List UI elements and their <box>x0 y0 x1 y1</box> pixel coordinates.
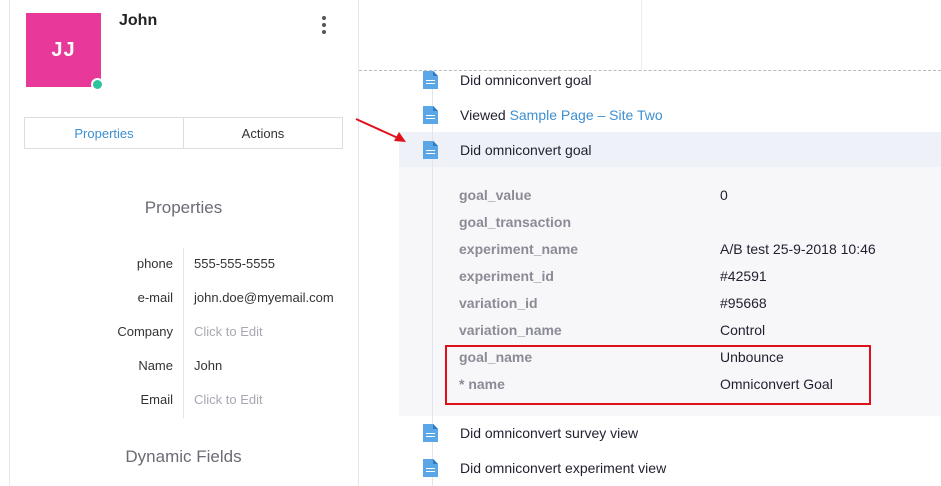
detail-key: variation_name <box>459 322 562 338</box>
detail-row: goal_value 0 <box>459 187 929 207</box>
contact-name: John <box>119 12 158 29</box>
contact-panel: JJ John Properties Actions Properties ph… <box>0 0 359 486</box>
property-separator <box>183 350 184 384</box>
detail-value: #42591 <box>720 268 767 284</box>
panel-tabs: Properties Actions <box>24 117 343 149</box>
event-label: Did omniconvert survey view <box>460 425 639 441</box>
document-icon <box>423 71 438 89</box>
page-link[interactable]: Sample Page – Site Two <box>510 107 663 123</box>
property-key: e-mail <box>137 290 173 305</box>
property-row-company: Company Click to Edit <box>0 316 359 350</box>
tab-actions[interactable]: Actions <box>183 118 342 148</box>
property-separator <box>183 316 184 350</box>
detail-key: experiment_name <box>459 241 579 257</box>
document-icon <box>423 459 438 477</box>
annotation-arrow-icon <box>355 118 406 142</box>
header-divider <box>641 0 642 70</box>
detail-value: Control <box>720 322 766 338</box>
timeline-event[interactable]: Did omniconvert experiment view <box>423 456 666 480</box>
detail-key: goal_transaction <box>459 214 572 230</box>
property-edit-field[interactable]: Click to Edit <box>194 392 263 407</box>
detail-value: A/B test 25-9-2018 10:46 <box>720 241 876 257</box>
event-label: Did omniconvert goal <box>460 142 592 158</box>
property-edit-field[interactable]: Click to Edit <box>194 324 263 339</box>
timeline-event[interactable]: Did omniconvert survey view <box>423 421 638 445</box>
detail-row: experiment_id #42591 <box>459 268 929 288</box>
detail-row: variation_id #95668 <box>459 295 929 315</box>
property-key: Email <box>140 392 173 407</box>
timeline-event[interactable]: Viewed Sample Page – Site Two <box>423 103 663 127</box>
detail-row: experiment_name A/B test 25-9-2018 10:46 <box>459 241 929 261</box>
property-key: Name <box>138 358 173 373</box>
event-label: Did omniconvert experiment view <box>460 460 667 476</box>
property-value[interactable]: 555-555-5555 <box>194 256 275 271</box>
property-key: Company <box>117 324 173 339</box>
dynamic-fields-heading: Dynamic Fields <box>125 447 242 466</box>
detail-key: goal_value <box>459 187 532 203</box>
event-prefix: Viewed <box>460 107 506 123</box>
property-row-email: e-mail john.doe@myemail.com <box>0 282 359 316</box>
property-value[interactable]: John <box>194 358 222 373</box>
panel-divider <box>358 0 359 486</box>
detail-value: 0 <box>720 187 728 203</box>
property-key: phone <box>136 256 173 271</box>
document-icon <box>423 424 438 442</box>
detail-row: goal_transaction <box>459 214 929 234</box>
document-icon <box>423 106 438 124</box>
property-separator <box>183 248 184 282</box>
property-value[interactable]: john.doe@myemail.com <box>194 290 334 305</box>
property-row-phone: phone 555-555-5555 <box>0 248 359 282</box>
avatar-initials: JJ <box>51 38 76 61</box>
timeline-event-expanded[interactable]: Did omniconvert goal <box>423 138 592 162</box>
event-label: Did omniconvert goal <box>460 72 592 88</box>
avatar: JJ <box>26 13 101 87</box>
detail-row: variation_name Control <box>459 322 929 342</box>
tab-properties[interactable]: Properties <box>25 118 183 148</box>
more-options-icon[interactable] <box>316 14 332 36</box>
timeline-event[interactable]: Did omniconvert goal <box>423 68 592 92</box>
detail-key: experiment_id <box>459 268 554 284</box>
properties-heading: Properties <box>144 198 223 217</box>
detail-value: #95668 <box>720 295 767 311</box>
document-icon <box>423 141 438 159</box>
annotation-highlight-box <box>445 345 871 405</box>
event-label: Viewed Sample Page – Site Two <box>460 107 663 123</box>
property-row-name: Name John <box>0 350 359 384</box>
property-separator <box>183 384 184 418</box>
detail-key: variation_id <box>459 295 538 311</box>
property-row-email-2: Email Click to Edit <box>0 384 359 418</box>
online-status-dot <box>91 78 104 91</box>
property-separator <box>183 282 184 316</box>
